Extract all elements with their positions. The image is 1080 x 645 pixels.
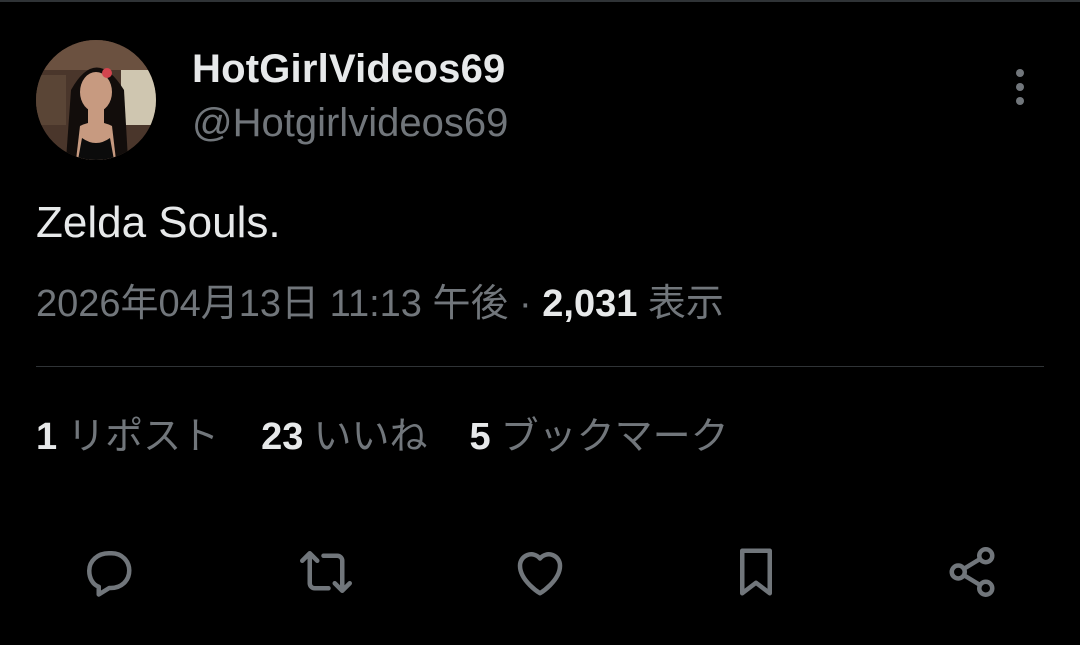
- more-options-button[interactable]: [1000, 64, 1040, 110]
- retweet-icon: [300, 551, 352, 593]
- views-label: 表示: [647, 283, 724, 325]
- reply-button[interactable]: [76, 540, 140, 604]
- author-handle[interactable]: @Hotgirlvideos69: [192, 98, 508, 148]
- repost-count-link[interactable]: 1 リポスト: [36, 413, 219, 461]
- top-divider: [0, 0, 1080, 2]
- tweet-meta: 2026年04月13日 11:13 午後 · 2,031 表示: [36, 280, 724, 328]
- like-count: 23: [261, 416, 304, 458]
- repost-count: 1: [36, 416, 58, 458]
- more-dot: [1016, 97, 1024, 105]
- author-display-name[interactable]: HotGirlVideos69: [192, 44, 505, 94]
- share-icon: [949, 547, 995, 597]
- like-button[interactable]: [508, 540, 572, 604]
- bookmark-icon: [740, 548, 772, 596]
- more-dots-icon: [1016, 69, 1024, 77]
- share-button[interactable]: [940, 540, 1004, 604]
- more-dot: [1016, 83, 1024, 91]
- tweet-text: Zelda Souls.: [36, 198, 281, 247]
- meta-separator: ·: [519, 283, 532, 325]
- engagement-stats: 1 リポスト 23 いいね 5 ブックマーク: [36, 413, 771, 461]
- reply-icon: [87, 551, 132, 597]
- tweet-timestamp[interactable]: 2026年04月13日 11:13 午後: [36, 283, 508, 325]
- avatar[interactable]: [36, 40, 156, 160]
- avatar-image: [36, 40, 156, 160]
- bookmark-count-link[interactable]: 5 ブックマーク: [469, 413, 728, 461]
- like-count-link[interactable]: 23 いいね: [261, 413, 427, 461]
- divider: [36, 366, 1044, 367]
- view-count: 2,031: [542, 283, 638, 325]
- like-label: いいね: [313, 416, 428, 458]
- bookmark-button[interactable]: [724, 540, 788, 604]
- retweet-button[interactable]: [294, 540, 358, 604]
- bookmark-count: 5: [469, 416, 491, 458]
- bookmark-label: ブックマーク: [500, 416, 729, 458]
- repost-label: リポスト: [67, 416, 220, 458]
- heart-icon: [517, 552, 563, 596]
